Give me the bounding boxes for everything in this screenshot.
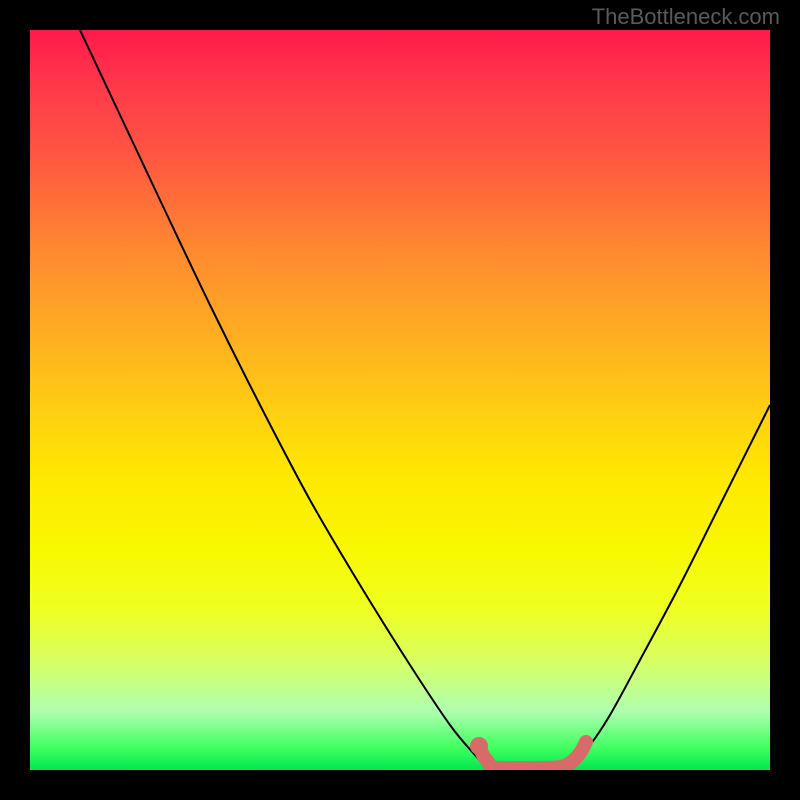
chart-plot-area: [30, 30, 770, 770]
watermark-text: TheBottleneck.com: [592, 4, 780, 30]
chart-svg: [30, 30, 770, 770]
bottleneck-curve-line: [80, 30, 770, 769]
optimal-range-highlight-line: [479, 742, 586, 768]
optimal-dot-marker: [470, 737, 488, 755]
